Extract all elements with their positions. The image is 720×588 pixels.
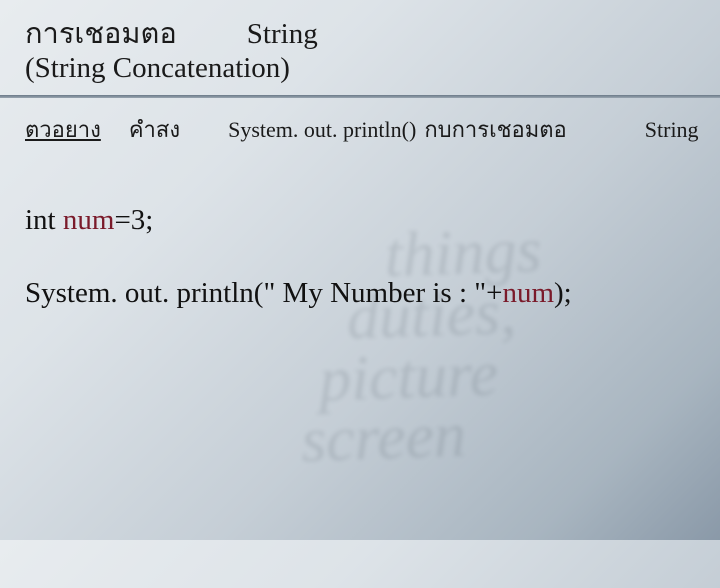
slide-title-row: การเชอมตอ String (25, 8, 700, 56)
example-method: System. out. println() (228, 117, 416, 143)
code-variable: num (63, 204, 115, 236)
code-line-1: int num=3; (25, 193, 700, 248)
title-divider (0, 95, 720, 98)
code-line-2: System. out. println(" My Number is : "+… (25, 266, 700, 321)
code-variable: num (502, 277, 554, 309)
example-thai-mid: กบการเชอมตอ (424, 112, 566, 147)
example-command: คำสง (129, 112, 180, 147)
code-text: =3; (114, 204, 153, 236)
title-english: String (247, 18, 318, 51)
code-operator: + (486, 277, 502, 309)
title-thai: การเชอมตอ (25, 10, 177, 56)
slide-subtitle: (String Concatenation) (25, 52, 700, 85)
code-keyword: int (25, 204, 63, 236)
example-trailing: String (645, 117, 699, 143)
code-text: ); (554, 277, 572, 309)
code-block: int num=3; System. out. println(" My Num… (25, 193, 700, 321)
example-label: ตวอยาง (25, 112, 101, 147)
code-string: " My Number is : " (263, 277, 486, 309)
slide-content: การเชอมตอ String (String Concatenation) … (0, 0, 720, 540)
example-line: ตวอยาง คำสง System. out. println() กบการ… (25, 112, 700, 147)
code-text: System. out. println( (25, 277, 263, 309)
